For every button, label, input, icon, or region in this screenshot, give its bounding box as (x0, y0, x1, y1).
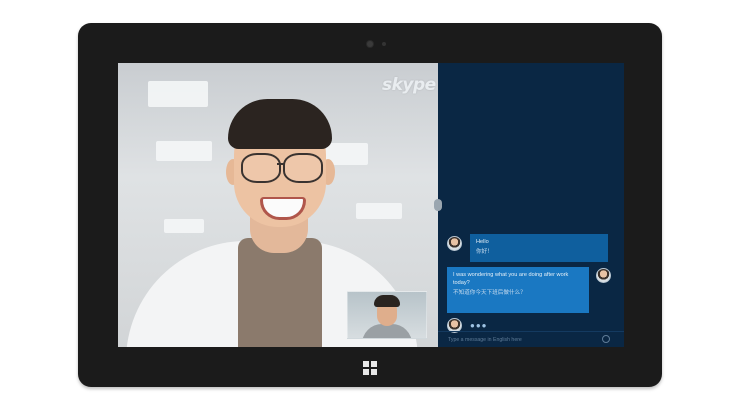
message-translation: 不知道你今天下班后做什么？ (453, 290, 526, 296)
skype-logo: skype (382, 75, 436, 95)
chat-message-outgoing: I was wondering what you are doing after… (447, 267, 589, 313)
windows-logo-button[interactable] (363, 361, 377, 375)
ceiling-light (356, 203, 402, 219)
message-translation: 你好！ (476, 249, 493, 255)
emoji-icon[interactable] (602, 335, 610, 343)
self-view-body (362, 324, 412, 338)
glasses-bridge (277, 163, 285, 165)
windows-logo-pane (363, 369, 369, 375)
message-input-bar (438, 331, 624, 347)
tablet-screen: skype Hello 你好！ I was wondering what you… (118, 63, 624, 347)
message-text: Hello (476, 239, 489, 245)
glasses-lens (283, 153, 323, 183)
remote-video-feed: skype (118, 63, 438, 347)
ceiling-light (156, 141, 212, 161)
typing-indicator: ●●● (470, 321, 488, 330)
person-hair (228, 99, 332, 149)
message-input[interactable] (448, 336, 598, 344)
remote-avatar[interactable] (447, 236, 462, 251)
windows-logo-pane (371, 369, 377, 375)
chat-panel: Hello 你好！ I was wondering what you are d… (434, 63, 624, 347)
person-sweater (238, 238, 322, 347)
chat-message-incoming: Hello 你好！ (470, 234, 608, 262)
self-view-hair (374, 295, 400, 307)
message-text: I was wondering what you are doing after… (453, 272, 569, 286)
windows-logo-pane (371, 361, 377, 367)
ceiling-light (148, 81, 208, 107)
local-avatar[interactable] (596, 268, 611, 283)
windows-logo-pane (363, 361, 369, 367)
self-view-thumbnail[interactable] (347, 291, 427, 339)
light-sensor (382, 42, 386, 46)
tablet-device: skype Hello 你好！ I was wondering what you… (78, 23, 662, 387)
front-camera (367, 41, 373, 47)
glasses-lens (241, 153, 281, 183)
panel-collapse-handle[interactable] (434, 199, 442, 211)
ceiling-light (164, 219, 204, 233)
